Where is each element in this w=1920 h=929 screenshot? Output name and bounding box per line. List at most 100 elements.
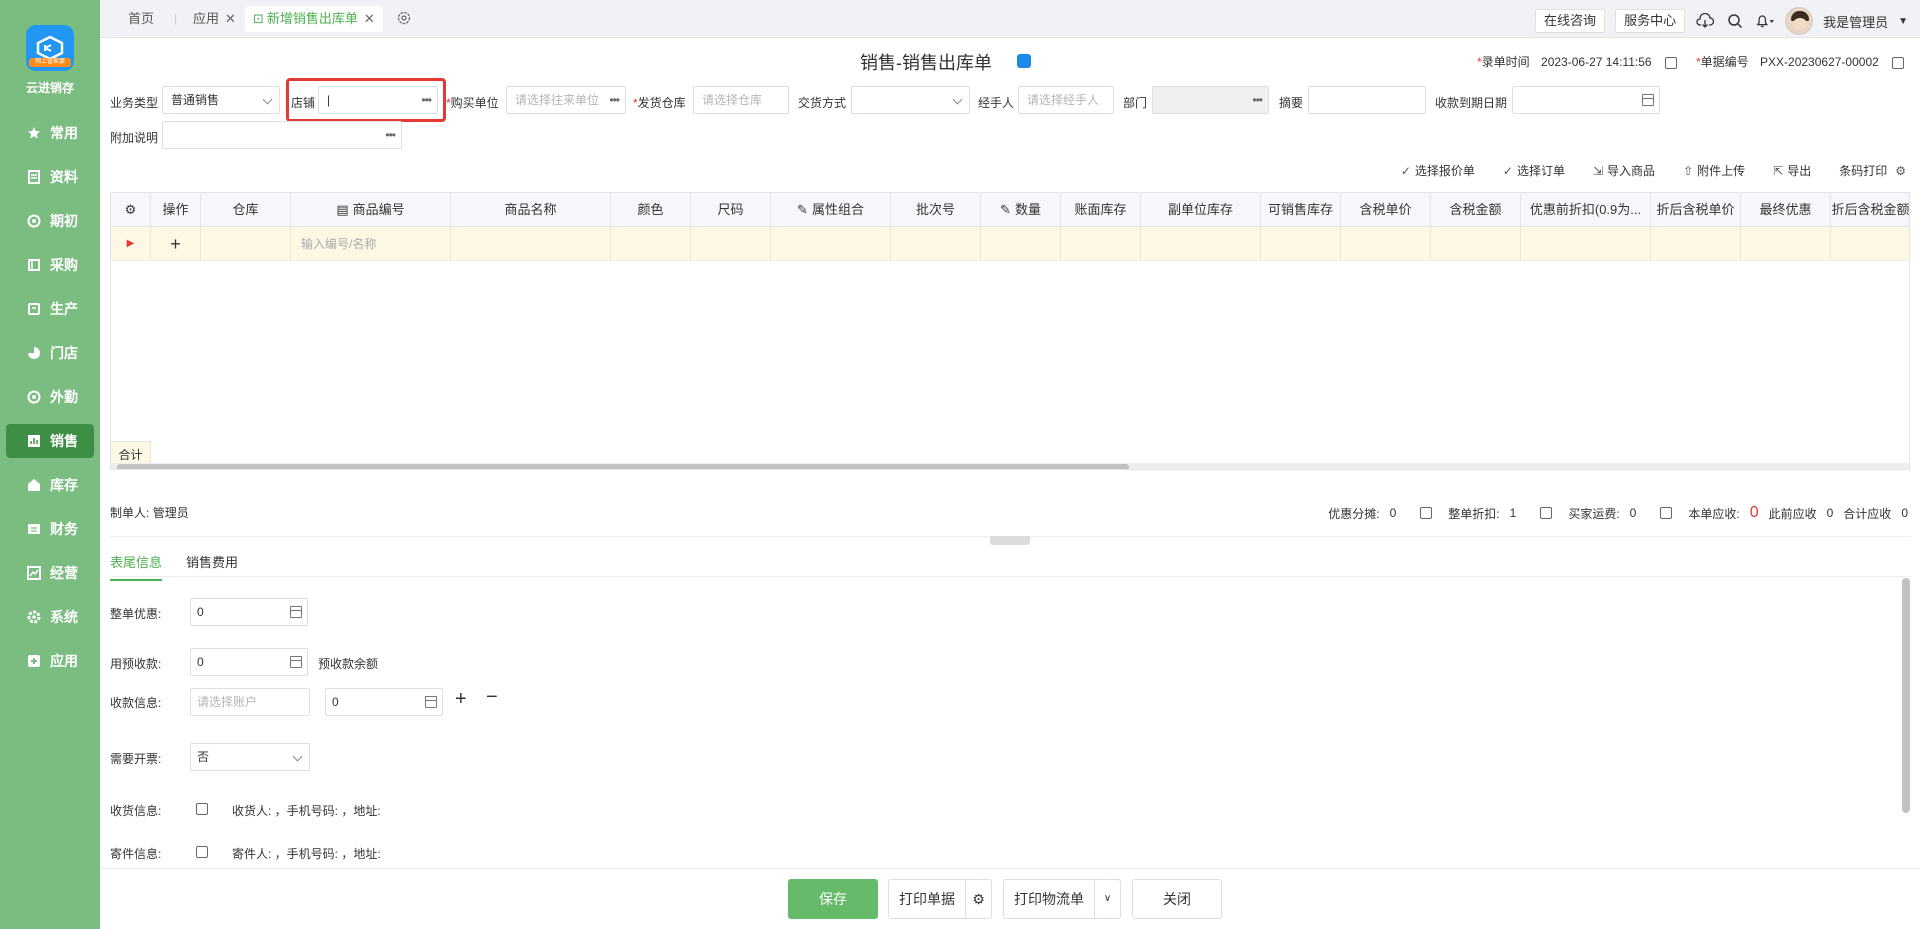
sidebar-item-production[interactable]: 生产 — [6, 292, 94, 326]
factory-icon — [26, 301, 42, 317]
edit-icon[interactable] — [1420, 507, 1433, 519]
more-icon[interactable]: ••• — [609, 87, 620, 113]
calendar-icon[interactable] — [1642, 94, 1654, 106]
invoice-select[interactable]: 否 — [190, 743, 310, 771]
vertical-scrollbar[interactable] — [1902, 578, 1910, 813]
business-type-select[interactable]: 普通销售 — [162, 86, 280, 114]
edit-icon[interactable] — [1660, 507, 1673, 519]
add-payment-button[interactable]: + — [455, 688, 467, 711]
tab-settings-icon[interactable] — [394, 8, 414, 28]
bell-icon[interactable] — [1755, 11, 1775, 31]
edit-icon[interactable] — [1892, 56, 1905, 69]
edit-icon[interactable] — [1664, 56, 1677, 69]
remove-payment-button[interactable]: − — [486, 686, 498, 709]
toolbar-label: 选择订单 — [1516, 164, 1565, 178]
edit-icon[interactable] — [196, 846, 208, 858]
save-button[interactable]: 保存 — [788, 879, 878, 919]
service-center-button[interactable]: 服务中心 — [1615, 9, 1686, 33]
search-icon[interactable] — [1725, 11, 1745, 31]
close-button[interactable]: 关闭 — [1132, 879, 1222, 919]
prepaid-input[interactable]: 0 — [190, 648, 308, 676]
sidebar-item-store[interactable]: 门店 — [6, 336, 94, 370]
barcode-print-button[interactable]: 条码打印 ⚙ — [1839, 162, 1910, 179]
whole-discount-input[interactable]: 0 — [190, 598, 308, 626]
more-icon[interactable]: ••• — [385, 122, 396, 148]
title-settings-icon[interactable] — [1017, 54, 1031, 68]
cell-color[interactable] — [611, 227, 691, 261]
avatar[interactable] — [1785, 7, 1814, 35]
sidebar-item-sales[interactable]: 销售 — [6, 424, 94, 458]
cell-size[interactable] — [691, 227, 771, 261]
horizontal-scrollbar[interactable] — [111, 463, 1909, 469]
sidebar-item-inventory[interactable]: 库存 — [6, 468, 94, 502]
payment-amount-input[interactable]: 0 — [325, 688, 443, 716]
cell-attr[interactable] — [771, 227, 891, 261]
close-icon[interactable]: ✕ — [225, 11, 236, 26]
select-order-button[interactable]: ✓ 选择订单 — [1503, 162, 1565, 179]
doc-no-value: PXX-20230627-00002 — [1760, 55, 1879, 69]
cell-final-discount[interactable] — [1741, 227, 1831, 261]
toolbar-label: 选择报价单 — [1414, 164, 1475, 178]
online-consult-button[interactable]: 在线咨询 — [1535, 9, 1606, 33]
chevron-down-icon[interactable]: ▼ — [1898, 16, 1908, 27]
check-icon: ✓ — [1400, 164, 1411, 178]
summary-input[interactable] — [1308, 86, 1426, 114]
cell-disc-amount[interactable] — [1831, 227, 1909, 261]
select-quote-button[interactable]: ✓ 选择报价单 — [1401, 162, 1475, 179]
sidebar-item-finance[interactable]: 财务 — [6, 512, 94, 546]
tab-home[interactable]: 首页 — [128, 6, 154, 32]
edit-icon[interactable] — [1540, 507, 1553, 519]
cell-batch[interactable] — [891, 227, 981, 261]
chevron-down-icon[interactable]: ∨ — [1094, 880, 1120, 918]
tab-apps[interactable]: 应用 ✕ — [193, 6, 236, 32]
sidebar-item-field[interactable]: 外勤 — [6, 380, 94, 414]
delivery-select[interactable] — [851, 86, 970, 114]
cell-pre-discount[interactable] — [1521, 227, 1651, 261]
more-icon[interactable]: ••• — [1252, 87, 1263, 113]
col-header-tax-amount: 含税金额 — [1431, 193, 1521, 227]
print-logistics-button[interactable]: 打印物流单 ∨ — [1003, 879, 1121, 919]
export-button[interactable]: ⇱ 导出 — [1773, 162, 1811, 179]
cell-disc-price[interactable] — [1651, 227, 1741, 261]
payment-account-input[interactable]: 请选择账户 — [190, 688, 310, 716]
calculator-icon[interactable] — [290, 606, 302, 618]
gear-icon[interactable]: ⚙ — [965, 880, 991, 918]
calculator-icon[interactable] — [290, 656, 302, 668]
sidebar-item-common[interactable]: 常用 — [6, 116, 94, 150]
import-goods-button[interactable]: ⇲ 导入商品 — [1593, 162, 1655, 179]
close-icon[interactable]: ✕ — [364, 11, 375, 26]
dept-input[interactable]: ••• — [1152, 86, 1269, 114]
note-input[interactable]: ••• — [162, 121, 402, 149]
print-doc-button[interactable]: 打印单据 ⚙ — [888, 879, 992, 919]
cell-qty[interactable] — [981, 227, 1061, 261]
buyer-input[interactable]: 请选择往来单位 ••• — [506, 86, 626, 114]
handler-input[interactable]: 请选择经手人 — [1018, 86, 1114, 114]
col-header-color: 颜色 — [611, 193, 691, 227]
tab-label: 首页 — [128, 11, 155, 26]
cloud-download-icon[interactable] — [1695, 11, 1715, 31]
sidebar-item-data[interactable]: 资料 — [6, 160, 94, 194]
sidebar-item-opening[interactable]: 期初 — [6, 204, 94, 238]
warehouse-input[interactable]: 请选择仓库 — [693, 86, 789, 114]
upload-attachment-button[interactable]: ⇧ 附件上传 — [1683, 162, 1745, 179]
sidebar-item-purchase[interactable]: 采购 — [6, 248, 94, 282]
sidebar-item-apps[interactable]: 应用 — [6, 644, 94, 678]
due-date-input[interactable] — [1512, 86, 1660, 114]
sidebar-item-label: 期初 — [50, 213, 78, 229]
sidebar-item-operation[interactable]: 经营 — [6, 556, 94, 590]
scrollbar-thumb[interactable] — [117, 464, 1129, 469]
cell-warehouse[interactable] — [201, 227, 291, 261]
cell-tax-amount[interactable] — [1431, 227, 1521, 261]
pencil-icon: ✎ — [797, 202, 808, 217]
goods-code-input[interactable]: 输入编号/名称 — [291, 227, 451, 261]
column-settings-icon[interactable]: ⚙ — [111, 193, 151, 227]
tab-new-sales-outbound[interactable]: ⊡ 新增销售出库单 ✕ — [245, 6, 383, 32]
add-row-button[interactable]: + — [151, 227, 201, 261]
collapse-handle[interactable] — [990, 536, 1030, 545]
edit-icon[interactable] — [196, 803, 208, 815]
cell-tax-price[interactable] — [1341, 227, 1431, 261]
username[interactable]: 我是管理员 — [1823, 12, 1888, 31]
calculator-icon[interactable] — [425, 696, 437, 708]
cell-name[interactable] — [451, 227, 611, 261]
sidebar-item-system[interactable]: 系统 — [6, 600, 94, 634]
